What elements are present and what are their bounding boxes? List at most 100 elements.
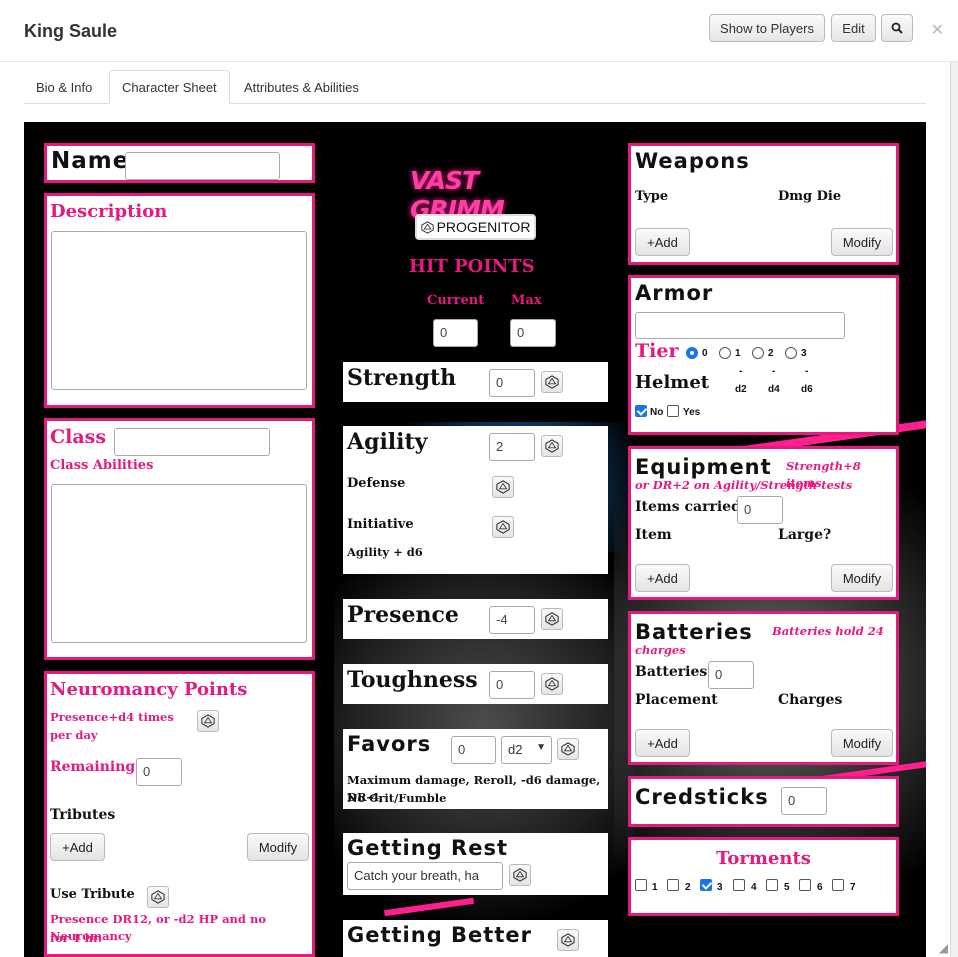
resize-handle[interactable]: ◢ — [939, 941, 948, 955]
toughness-panel: Toughness 0 — [343, 664, 608, 704]
show-to-players-button[interactable]: Show to Players — [709, 14, 825, 42]
armor-input[interactable] — [635, 312, 845, 339]
description-textarea[interactable] — [51, 231, 307, 390]
remaining-input[interactable]: 0 — [136, 758, 182, 786]
helmet-die: d2 — [735, 384, 747, 395]
equipment-title: Equipment — [635, 455, 772, 479]
batteries-charges-header: Charges — [778, 692, 843, 708]
favors-die-select[interactable]: d2 ▼ — [501, 736, 552, 764]
armor-title: Armor — [635, 281, 714, 305]
torment-checkbox-4[interactable] — [733, 879, 745, 891]
torment-label: 4 — [751, 882, 757, 893]
agility-roll-button[interactable] — [541, 435, 563, 457]
edit-button[interactable]: Edit — [831, 14, 876, 42]
toughness-label: Toughness — [347, 667, 478, 693]
d20-icon — [561, 742, 575, 756]
tributes-add-button[interactable]: +Add — [50, 833, 105, 861]
neuromancy-roll-button[interactable] — [197, 710, 219, 732]
remaining-label: Remaining — [50, 759, 136, 775]
tier-option-label: 0 — [702, 348, 708, 359]
equipment-note: or DR+2 on Agility/Strength tests — [635, 478, 853, 492]
tier-label: Tier — [635, 340, 679, 362]
class-label: Class — [50, 426, 107, 448]
helmet-die: d6 — [801, 384, 813, 395]
equipment-item-header: Item — [635, 527, 672, 543]
items-carried-label: Items carried — [635, 499, 741, 515]
batteries-count-input[interactable]: 0 — [708, 661, 754, 689]
d20-icon — [545, 439, 559, 453]
strength-input[interactable]: 0 — [489, 369, 535, 397]
favors-input[interactable]: 0 — [451, 736, 496, 764]
initiative-roll-button[interactable] — [492, 516, 514, 538]
hp-max-input[interactable]: 0 — [510, 319, 556, 347]
equipment-modify-button[interactable]: Modify — [831, 564, 893, 592]
defense-roll-button[interactable] — [492, 476, 514, 498]
credsticks-title: Credsticks — [635, 785, 769, 809]
close-icon[interactable]: ✕ — [931, 20, 944, 40]
items-carried-input[interactable]: 0 — [737, 496, 783, 524]
hp-current-label: Current — [427, 293, 485, 308]
strength-panel: Strength 0 — [343, 362, 608, 402]
tier-radio-0[interactable] — [686, 347, 698, 359]
d20-icon — [561, 933, 575, 947]
tab-bar: Bio & Info Character Sheet Attributes & … — [24, 70, 926, 104]
torment-label: 3 — [717, 882, 723, 893]
use-tribute-note: for 1 hr. — [50, 931, 103, 945]
getting-better-panel: Getting Better — [343, 920, 608, 957]
hp-current-input[interactable]: 0 — [433, 319, 478, 347]
weapons-add-button[interactable]: +Add — [635, 228, 690, 256]
tier-radio-3[interactable] — [785, 347, 797, 359]
tier-radio-2[interactable] — [752, 347, 764, 359]
batteries-modify-button[interactable]: Modify — [831, 729, 893, 757]
scrollbar[interactable] — [950, 62, 958, 957]
chevron-down-icon: ▼ — [536, 742, 546, 753]
torment-checkbox-7[interactable] — [832, 879, 844, 891]
favors-panel: Favors 0 d2 ▼ Maximum damage, Reroll, -d… — [343, 729, 608, 809]
tributes-modify-button[interactable]: Modify — [247, 833, 309, 861]
torment-checkbox-2[interactable] — [667, 879, 679, 891]
tab-character-sheet[interactable]: Character Sheet — [109, 70, 230, 104]
name-input[interactable] — [125, 152, 280, 180]
search-button[interactable] — [881, 14, 913, 42]
torment-checkbox-5[interactable] — [766, 879, 778, 891]
strength-roll-button[interactable] — [541, 371, 563, 393]
getting-rest-roll-button[interactable] — [509, 864, 531, 886]
use-tribute-roll-button[interactable] — [147, 886, 169, 908]
agility-panel: Agility 2 Defense Initiative Agility + d… — [343, 426, 608, 574]
d20-icon — [513, 868, 527, 882]
torment-checkbox-3[interactable] — [700, 879, 712, 891]
class-abilities-textarea[interactable] — [51, 484, 307, 643]
tier-radio-1[interactable] — [719, 347, 731, 359]
batteries-note: Batteries hold 24 — [772, 624, 884, 638]
d20-icon — [545, 677, 559, 691]
weapons-modify-button[interactable]: Modify — [831, 228, 893, 256]
batteries-add-button[interactable]: +Add — [635, 729, 690, 757]
toughness-roll-button[interactable] — [541, 673, 563, 695]
credsticks-input[interactable]: 0 — [781, 787, 827, 815]
dialog-title: King Saule — [24, 21, 118, 41]
torment-label: 6 — [817, 882, 823, 893]
agility-input[interactable]: 2 — [489, 433, 535, 461]
neuromancy-note: Presence+d4 times — [50, 710, 174, 724]
torment-checkbox-6[interactable] — [799, 879, 811, 891]
toughness-input[interactable]: 0 — [489, 671, 535, 699]
weapons-panel: Weapons Type Dmg Die +Add Modify — [628, 143, 899, 265]
favors-roll-button[interactable] — [557, 738, 579, 760]
class-input[interactable] — [114, 428, 270, 456]
tab-bio-info[interactable]: Bio & Info — [24, 70, 104, 104]
presence-roll-button[interactable] — [541, 608, 563, 630]
getting-rest-label: Getting Rest — [347, 836, 508, 860]
helmet-yes-checkbox[interactable] — [667, 405, 679, 417]
class-panel: Class Class Abilities — [44, 418, 315, 660]
hp-max-label: Max — [511, 293, 542, 308]
helmet-no-checkbox[interactable] — [635, 405, 647, 417]
neuromancy-title: Neuromancy Points — [50, 679, 248, 700]
equipment-add-button[interactable]: +Add — [635, 564, 690, 592]
presence-input[interactable]: -4 — [489, 606, 535, 634]
torment-checkbox-1[interactable] — [635, 879, 647, 891]
getting-better-roll-button[interactable] — [557, 929, 579, 951]
getting-rest-select[interactable]: Catch your breath, ha — [347, 862, 503, 890]
credsticks-panel: Credsticks 0 — [628, 776, 899, 827]
d20-icon — [151, 890, 165, 904]
tab-attributes-abilities[interactable]: Attributes & Abilities — [232, 70, 371, 104]
